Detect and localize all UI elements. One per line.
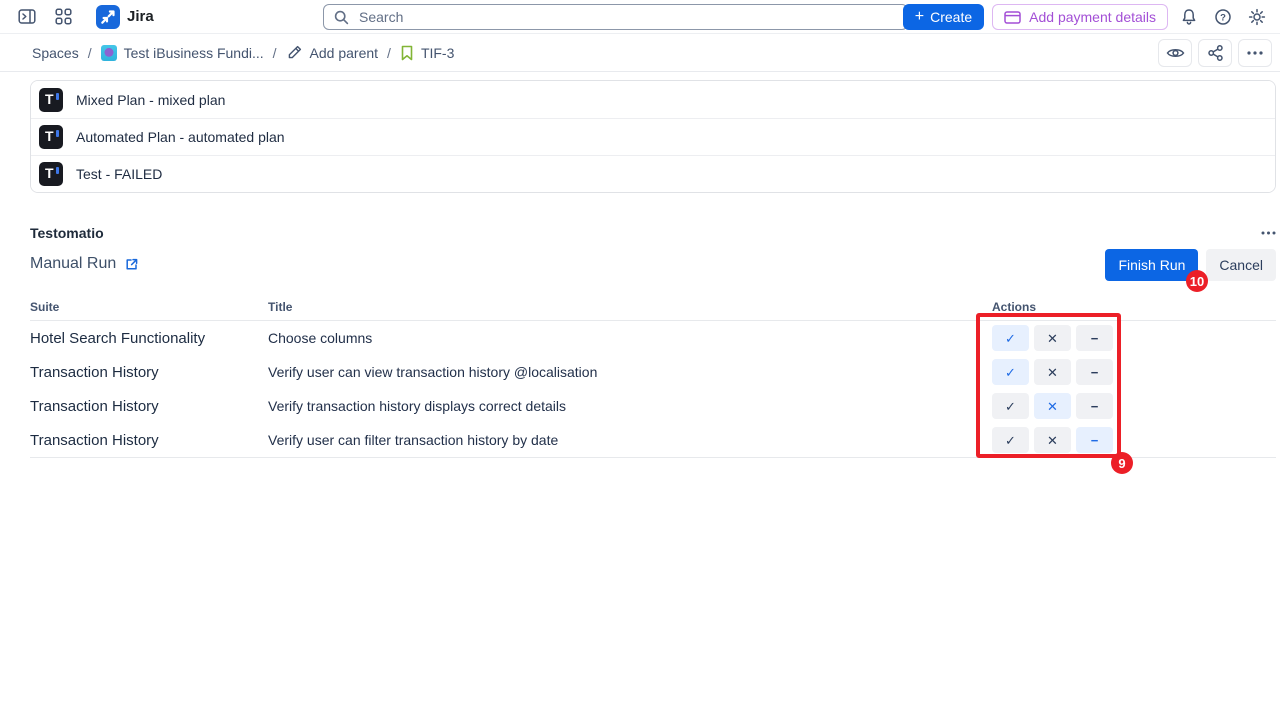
section-title: Testomatio (30, 225, 104, 241)
column-header-actions: Actions (992, 300, 1276, 314)
plus-icon: + (915, 9, 924, 25)
list-item-label: Mixed Plan - mixed plan (76, 92, 225, 108)
table-row: Transaction History Verify user can view… (30, 355, 1276, 389)
breadcrumb-issue[interactable]: TIF-3 (400, 45, 454, 61)
search-icon (333, 9, 350, 26)
breadcrumb-spaces[interactable]: Spaces (32, 45, 79, 61)
testomatio-letter: T (45, 129, 54, 143)
breadcrumb-bar: Spaces / Test iBusiness Fundi... / Add p… (0, 34, 1280, 72)
action-skip-button[interactable]: − (1076, 393, 1113, 419)
jira-logo-icon (96, 5, 120, 29)
list-item-test-failed[interactable]: T Test - FAILED (31, 155, 1275, 192)
testomatio-tick (56, 167, 59, 174)
testomatio-logo-icon: T (39, 88, 63, 112)
suite-cell: Transaction History (30, 432, 268, 449)
breadcrumb-separator: / (88, 45, 92, 61)
table-body: Hotel Search Functionality Choose column… (30, 321, 1276, 458)
title-cell: Choose columns (268, 330, 992, 346)
table-header-row: Suite Title Actions (30, 300, 1276, 321)
external-link-icon (124, 257, 139, 272)
breadcrumb-space[interactable]: Test iBusiness Fundi... (101, 45, 264, 61)
topbar-right-group: + Create Add payment details ? (903, 4, 1270, 30)
list-item-label: Automated Plan - automated plan (76, 129, 285, 145)
search-bar (323, 4, 908, 30)
actions-cell: ✓ ✕ − (992, 427, 1276, 453)
list-item-mixed-plan[interactable]: T Mixed Plan - mixed plan (31, 81, 1275, 118)
testomatio-letter: T (45, 92, 54, 106)
testomatio-logo-icon: T (39, 125, 63, 149)
manual-run-label: Manual Run (30, 255, 116, 273)
testomatio-tick (56, 130, 59, 137)
actions-cell: ✓ ✕ − (992, 359, 1276, 385)
actions-cell: ✓ ✕ − (992, 393, 1276, 419)
svg-text:?: ? (1220, 12, 1226, 23)
jira-home-link[interactable]: Jira (96, 5, 154, 29)
breadcrumb-issue-label: TIF-3 (421, 45, 454, 61)
action-pass-button[interactable]: ✓ (992, 325, 1029, 351)
manual-run-link[interactable]: Manual Run (30, 255, 139, 273)
credit-card-icon (1004, 11, 1021, 24)
testomatio-letter: T (45, 166, 54, 180)
app-name: Jira (127, 8, 154, 25)
title-cell: Verify user can view transaction history… (268, 364, 992, 380)
breadcrumb-add-parent[interactable]: Add parent (286, 44, 379, 61)
action-fail-button[interactable]: ✕ (1034, 427, 1071, 453)
space-avatar (101, 45, 117, 61)
testomatio-section-header: Testomatio (30, 224, 1276, 242)
add-payment-details-button[interactable]: Add payment details (992, 4, 1168, 30)
help-icon[interactable]: ? (1210, 4, 1236, 30)
suite-cell: Transaction History (30, 364, 268, 381)
breadcrumb-add-parent-label: Add parent (310, 45, 379, 61)
watch-eye-icon[interactable] (1158, 39, 1192, 67)
action-pass-button[interactable]: ✓ (992, 393, 1029, 419)
section-more-icon[interactable] (1252, 224, 1276, 242)
sidebar-toggle-icon[interactable] (14, 4, 40, 30)
title-cell: Verify transaction history displays corr… (268, 398, 992, 414)
action-pass-button[interactable]: ✓ (992, 427, 1029, 453)
testomatio-logo-icon: T (39, 162, 63, 186)
bookmark-icon (400, 45, 414, 61)
test-run-table: Suite Title Actions Hotel Search Functio… (30, 300, 1276, 458)
notifications-icon[interactable] (1176, 4, 1202, 30)
actions-cell: ✓ ✕ − (992, 325, 1276, 351)
list-item-automated-plan[interactable]: T Automated Plan - automated plan (31, 118, 1275, 155)
cancel-button[interactable]: Cancel (1206, 249, 1276, 281)
create-button-label: Create (930, 9, 972, 25)
topbar-left-group: Jira (14, 4, 154, 30)
table-row: Transaction History Verify user can filt… (30, 423, 1276, 457)
top-navigation-bar: Jira + Create Add payment details (0, 0, 1280, 34)
suite-cell: Hotel Search Functionality (30, 330, 268, 347)
test-plans-list: T Mixed Plan - mixed plan T Automated Pl… (30, 80, 1276, 193)
testomatio-tick (56, 93, 59, 100)
finish-run-button[interactable]: Finish Run (1105, 249, 1198, 281)
settings-gear-icon[interactable] (1244, 4, 1270, 30)
payment-button-label: Add payment details (1029, 9, 1156, 25)
page-actions (1158, 39, 1272, 67)
create-button[interactable]: + Create (903, 4, 984, 30)
run-action-buttons: Finish Run Cancel (1105, 249, 1276, 281)
column-header-suite: Suite (30, 300, 268, 314)
action-skip-button[interactable]: − (1076, 427, 1113, 453)
search-input[interactable] (357, 8, 898, 26)
breadcrumb-space-label: Test iBusiness Fundi... (124, 45, 264, 61)
action-fail-button[interactable]: ✕ (1034, 325, 1071, 351)
title-cell: Verify user can filter transaction histo… (268, 432, 992, 448)
action-fail-button[interactable]: ✕ (1034, 359, 1071, 385)
edit-pencil-icon (286, 44, 303, 61)
action-fail-button[interactable]: ✕ (1034, 393, 1071, 419)
breadcrumb-separator: / (273, 45, 277, 61)
breadcrumb-separator: / (387, 45, 391, 61)
suite-cell: Transaction History (30, 398, 268, 415)
more-actions-icon[interactable] (1238, 39, 1272, 67)
list-item-label: Test - FAILED (76, 166, 162, 182)
breadcrumb: Spaces / Test iBusiness Fundi... / Add p… (32, 44, 454, 61)
column-header-title: Title (268, 300, 992, 314)
share-icon[interactable] (1198, 39, 1232, 67)
action-skip-button[interactable]: − (1076, 359, 1113, 385)
table-row: Hotel Search Functionality Choose column… (30, 321, 1276, 355)
table-row: Transaction History Verify transaction h… (30, 389, 1276, 423)
action-pass-button[interactable]: ✓ (992, 359, 1029, 385)
app-switcher-icon[interactable] (50, 4, 76, 30)
action-skip-button[interactable]: − (1076, 325, 1113, 351)
